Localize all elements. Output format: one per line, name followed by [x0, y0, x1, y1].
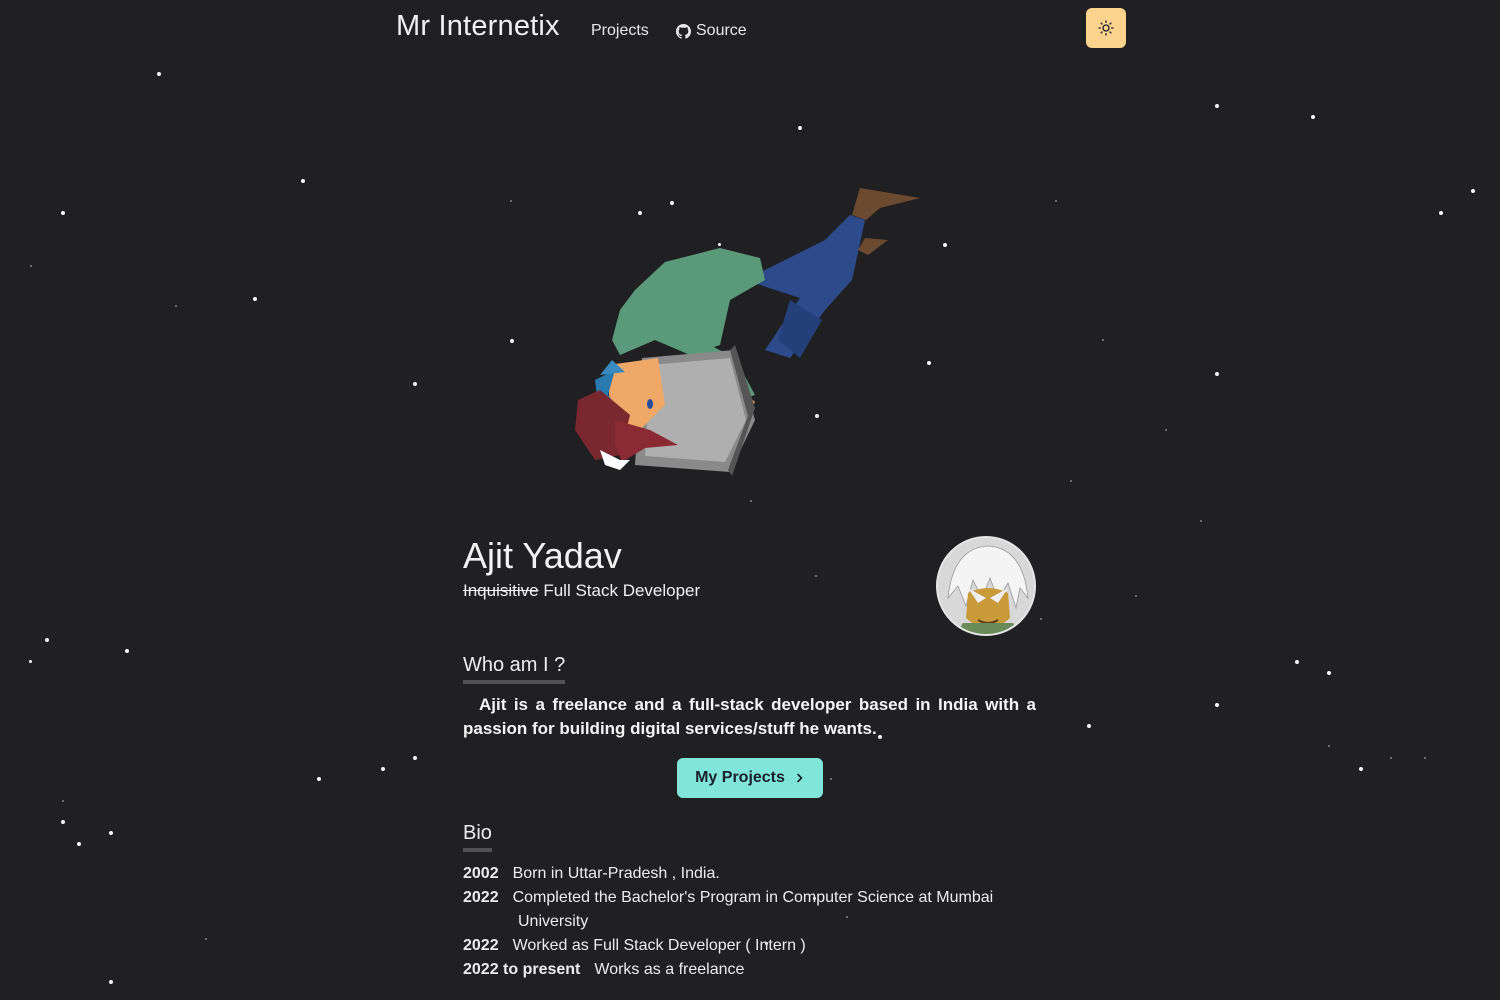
bio-year: 2002: [463, 865, 499, 882]
star: [381, 767, 385, 771]
star: [815, 575, 817, 577]
star: [157, 72, 161, 76]
star: [1070, 480, 1072, 482]
star: [1311, 115, 1315, 119]
star: [61, 211, 65, 215]
nav-link-projects-label: Projects: [591, 22, 649, 39]
chevron-right-icon: [797, 773, 803, 783]
star: [61, 820, 65, 824]
bio-entry: 2022 Completed the Bachelor's Program in …: [463, 886, 1043, 934]
star: [1215, 104, 1219, 108]
star: [1424, 757, 1426, 759]
star: [175, 305, 177, 307]
github-icon: [676, 23, 691, 39]
star: [510, 339, 514, 343]
star: [750, 500, 752, 502]
bio-year: 2022: [463, 937, 499, 954]
star: [205, 938, 207, 940]
star: [45, 638, 49, 642]
star: [109, 831, 113, 835]
bio-entry: 2002 Born in Uttar-Pradesh , India.: [463, 862, 720, 886]
nav-link-source[interactable]: Source: [676, 22, 747, 40]
bio-year: 2022 to present: [463, 961, 581, 978]
star: [1471, 189, 1475, 193]
star: [62, 800, 64, 802]
my-projects-button[interactable]: My Projects: [677, 758, 823, 798]
star: [1087, 724, 1091, 728]
profile-tagline: Inquisitive Full Stack Developer: [463, 581, 700, 601]
star: [77, 842, 81, 846]
bio-text: Worked as Full Stack Developer ( Intern …: [512, 937, 806, 954]
star: [1200, 520, 1202, 522]
star: [30, 265, 32, 267]
star: [109, 980, 113, 984]
star: [1295, 660, 1299, 664]
profile-name: Ajit Yadav: [463, 535, 622, 576]
star: [943, 243, 947, 247]
star: [1215, 703, 1219, 707]
star: [301, 179, 305, 183]
star: [253, 297, 257, 301]
star: [29, 660, 32, 663]
star: [1055, 200, 1057, 202]
hero-illustration: [575, 188, 920, 476]
bio-text: Born in Uttar-Pradesh , India.: [512, 865, 720, 882]
star: [1328, 745, 1330, 747]
avatar: [936, 536, 1036, 636]
star: [413, 756, 417, 760]
star: [1040, 618, 1042, 620]
my-projects-button-label: My Projects: [695, 769, 785, 786]
avatar-portrait: [938, 538, 1034, 634]
brand-logo[interactable]: Mr Internetix: [396, 10, 560, 43]
bio-year: 2022: [463, 889, 499, 906]
star: [1215, 372, 1219, 376]
theme-toggle-button[interactable]: [1086, 8, 1126, 48]
about-paragraph: Ajit is a freelance and a full-stack dev…: [463, 695, 1036, 738]
navbar: Mr Internetix Projects Source: [0, 0, 1500, 60]
bio-text: Completed the Bachelor's Program in Comp…: [512, 889, 994, 906]
star: [317, 777, 321, 781]
nav-link-source-label: Source: [696, 22, 747, 39]
star: [413, 382, 417, 386]
star: [1390, 757, 1392, 759]
tagline-struck-word: Inquisitive: [463, 581, 539, 600]
section-title-about: Who am I ?: [463, 654, 566, 684]
star: [830, 778, 832, 780]
bio-entry: 2022 to present Works as a freelance: [463, 958, 744, 982]
bio-text-continued: University: [518, 913, 589, 930]
section-title-bio: Bio: [463, 822, 492, 852]
bio-entry: 2022 Worked as Full Stack Developer ( Int…: [463, 934, 806, 958]
star: [1102, 339, 1104, 341]
star: [125, 649, 129, 653]
bio-text: Works as a freelance: [594, 961, 745, 978]
star: [1439, 211, 1443, 215]
star: [1165, 429, 1167, 431]
nav-link-projects[interactable]: Projects: [591, 22, 649, 40]
tagline-role: Full Stack Developer: [538, 581, 701, 600]
star: [510, 200, 512, 202]
starfield: [0, 0, 1500, 1000]
star: [798, 126, 802, 130]
sun-icon: [1098, 20, 1114, 36]
star: [1327, 671, 1331, 675]
star: [1359, 767, 1363, 771]
star: [1135, 595, 1137, 597]
